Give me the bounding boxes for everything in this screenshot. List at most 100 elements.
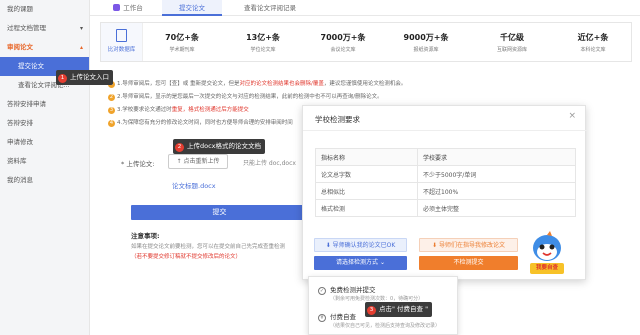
stat-value: 9000万+条 bbox=[403, 33, 449, 42]
stat-label: 学术期刊库 bbox=[169, 47, 195, 53]
table-cell: 论文总字数 bbox=[315, 165, 418, 183]
step-badge: 1 bbox=[58, 74, 67, 83]
callout-text: 点击" 付费自查 " bbox=[379, 305, 429, 313]
dropdown-item-title: 免费检测并提交 bbox=[330, 286, 376, 294]
sidebar-item-review-paper[interactable]: 审阅论文 ▴ bbox=[0, 38, 89, 57]
sidebar-item-label: 我的消息 bbox=[7, 176, 33, 184]
sidebar-item-label: 提交论文 bbox=[18, 62, 44, 70]
callout-text: 上传docx格式的论文文档 bbox=[187, 142, 262, 150]
top-tabbar: 工作台 提交论文 查看论文评阅记录 bbox=[90, 0, 640, 16]
stat-label: 互联网资源库 bbox=[496, 47, 527, 53]
stat-item: 13亿+条学位论文库 bbox=[236, 23, 290, 61]
dropdown-item-title: 付费自查 bbox=[330, 313, 356, 321]
mascot-label[interactable]: 我要自查 bbox=[530, 263, 564, 274]
stat-label: 学位论文库 bbox=[250, 47, 276, 53]
sidebar-item-messages[interactable]: 我的消息 bbox=[0, 171, 89, 190]
sidebar-item-label: 答辩安排 bbox=[7, 119, 33, 127]
stat-item: 千亿级 互联网资源库 bbox=[485, 23, 539, 61]
sidebar-item-defense-apply[interactable]: 答辩安排申请 bbox=[0, 95, 89, 114]
tab-workbench[interactable]: 工作台 bbox=[98, 0, 158, 16]
upload-hint: 只能上传 doc,docx bbox=[243, 160, 296, 167]
reupload-button[interactable]: ↑ 点击重新上传 bbox=[168, 154, 228, 169]
callout-step3: 3 点击" 付费自查 " bbox=[365, 302, 433, 317]
database-stats: 比对数据库 70亿+条学术期刊库 13亿+条学位论文库 7000万+条 会议论文库… bbox=[100, 22, 632, 62]
table-header-row: 指标名称 学校要求 bbox=[315, 148, 576, 166]
table-cell: 格式检测 bbox=[315, 199, 418, 217]
divider bbox=[303, 130, 587, 131]
chevron-up-icon: ▴ bbox=[79, 44, 83, 51]
check-circle-icon: ✓ bbox=[318, 287, 326, 295]
upload-label: * 上传论文: bbox=[121, 160, 155, 168]
table-cell: 必须主体完整 bbox=[417, 199, 576, 217]
close-icon[interactable]: × bbox=[568, 111, 576, 121]
stat-value: 70亿+条 bbox=[165, 33, 199, 42]
compare-database: 比对数据库 bbox=[101, 23, 143, 61]
chevron-down-icon: ▾ bbox=[79, 25, 83, 32]
stat-item: 70亿+条学术期刊库 bbox=[155, 23, 209, 61]
sidebar-item-library[interactable]: 资料库 bbox=[0, 152, 89, 171]
sidebar-item-label: 我的课题 bbox=[7, 5, 33, 13]
sidebar-item-modify[interactable]: 申请修改 bbox=[0, 133, 89, 152]
yuan-icon: ¥ bbox=[318, 314, 326, 322]
notice-number: 3 bbox=[108, 107, 115, 114]
uploaded-file-link[interactable]: 论文标题.docx bbox=[172, 180, 216, 190]
stat-value: 13亿+条 bbox=[246, 33, 280, 42]
stat-item: 9000万+条 报纸资源库 bbox=[399, 23, 453, 61]
stat-label: 报纸资源库 bbox=[413, 47, 439, 53]
notice-item: 11.导师审阅后，您可【查】或 重新提交论文，但是对应的论文检测结果也会删除/覆… bbox=[108, 78, 408, 91]
stat-label: 会议论文库 bbox=[330, 47, 356, 53]
callout-text: 上传论文入口 bbox=[70, 73, 109, 81]
table-row: 总相似比 不超过100% bbox=[315, 182, 576, 200]
notice-text: 4.为保障您有充分的修改论文时间，同时也方便导师合理的安排审阅时间 bbox=[117, 120, 293, 126]
advisor-guiding-button[interactable]: ⬇ 导师们在指导我修改论文 bbox=[419, 238, 518, 252]
sidebar: 我的课题 过程文档管理 ▾ 审阅论文 ▴ 提交论文 查看论文评阅记... 答辩安排申… bbox=[0, 0, 90, 335]
notes-title: 注意事项: bbox=[131, 232, 160, 240]
notice-text: 1.导师审阅后，您可【查】或 重新提交论文，但是 bbox=[117, 81, 240, 87]
workbench-icon bbox=[113, 4, 121, 11]
notice-number: 4 bbox=[108, 120, 115, 127]
requirements-table: 指标名称 学校要求 论文总字数 不少于5000字/单词 总相似比 不超过100%… bbox=[315, 148, 576, 217]
callout-step2: 2 上传docx格式的论文文档 bbox=[173, 139, 266, 154]
step-badge: 2 bbox=[175, 143, 184, 152]
notice-highlight: 对应的论文检测结果也会删除/覆盖 bbox=[239, 81, 324, 87]
table-header: 指标名称 bbox=[315, 148, 418, 166]
advisor-confirmed-button[interactable]: ⬇ 导师确认我的论文已OK bbox=[314, 238, 407, 252]
table-header: 学校要求 bbox=[417, 148, 576, 166]
choose-detection-method-button[interactable]: 请选择检测方式 ⌄ bbox=[314, 256, 407, 270]
dropdown-item-subtitle: （结果仅自己可见，检测后支持查询及修改记录） bbox=[330, 323, 441, 329]
dropdown-item-subtitle: （剩余可用免费检测次数：0，待确可分） bbox=[330, 296, 424, 302]
submit-button[interactable]: 提交 bbox=[131, 205, 308, 220]
table-cell: 不超过100% bbox=[417, 182, 576, 200]
step-badge: 3 bbox=[367, 306, 376, 315]
sidebar-item-label: 答辩安排申请 bbox=[7, 100, 46, 108]
tab-submit-paper[interactable]: 提交论文 bbox=[162, 0, 222, 16]
stat-item: 近亿+条本科论文库 bbox=[566, 23, 620, 61]
document-icon bbox=[116, 29, 127, 42]
stat-value: 7000万+条 bbox=[320, 33, 366, 42]
stat-value: 千亿级 bbox=[500, 33, 524, 42]
sidebar-item-label: 审阅论文 bbox=[7, 43, 33, 51]
notes-warning: （若不要提交修订稿就不提交修改后的论文） bbox=[131, 254, 242, 260]
modal-title: 学校检测要求 bbox=[315, 115, 360, 124]
notice-number: 2 bbox=[108, 94, 115, 101]
notice-text: 2.导师审阅后，显示的是您最后一次提交的论文与对应的检测结果，此前的检测中也不可… bbox=[117, 94, 383, 100]
tab-review-records[interactable]: 查看论文评阅记录 bbox=[228, 0, 312, 16]
sidebar-item-process-docs[interactable]: 过程文档管理 ▾ bbox=[0, 19, 89, 38]
sidebar-item-label: 申请修改 bbox=[7, 138, 33, 146]
sidebar-item-label: 过程文档管理 bbox=[7, 24, 46, 32]
sidebar-item-defense[interactable]: 答辩安排 bbox=[0, 114, 89, 133]
submit-without-detection-button[interactable]: 不检测提交 bbox=[419, 256, 518, 270]
tab-label: 查看论文评阅记录 bbox=[244, 4, 296, 12]
compare-database-label: 比对数据库 bbox=[107, 47, 136, 53]
table-row: 论文总字数 不少于5000字/单词 bbox=[315, 165, 576, 183]
callout-step1: 1 上传论文入口 bbox=[56, 70, 113, 85]
stat-label: 本科论文库 bbox=[580, 47, 606, 53]
tab-label: 提交论文 bbox=[179, 4, 205, 12]
notice-item: 2 2.导师审阅后，显示的是您最后一次提交的论文与对应的检测结果，此前的检测中也不… bbox=[108, 91, 408, 104]
table-cell: 总相似比 bbox=[315, 182, 418, 200]
notes-text: 如果在提交论文前要检测，您可以在提交前自己先完成查重检测 bbox=[131, 244, 286, 250]
table-row: 格式检测 必须主体完整 bbox=[315, 199, 576, 217]
notice-text: 3.学校要求论文通过时 bbox=[117, 107, 172, 113]
stat-value: 近亿+条 bbox=[577, 33, 609, 42]
sidebar-item-my-topic[interactable]: 我的课题 bbox=[0, 0, 89, 19]
